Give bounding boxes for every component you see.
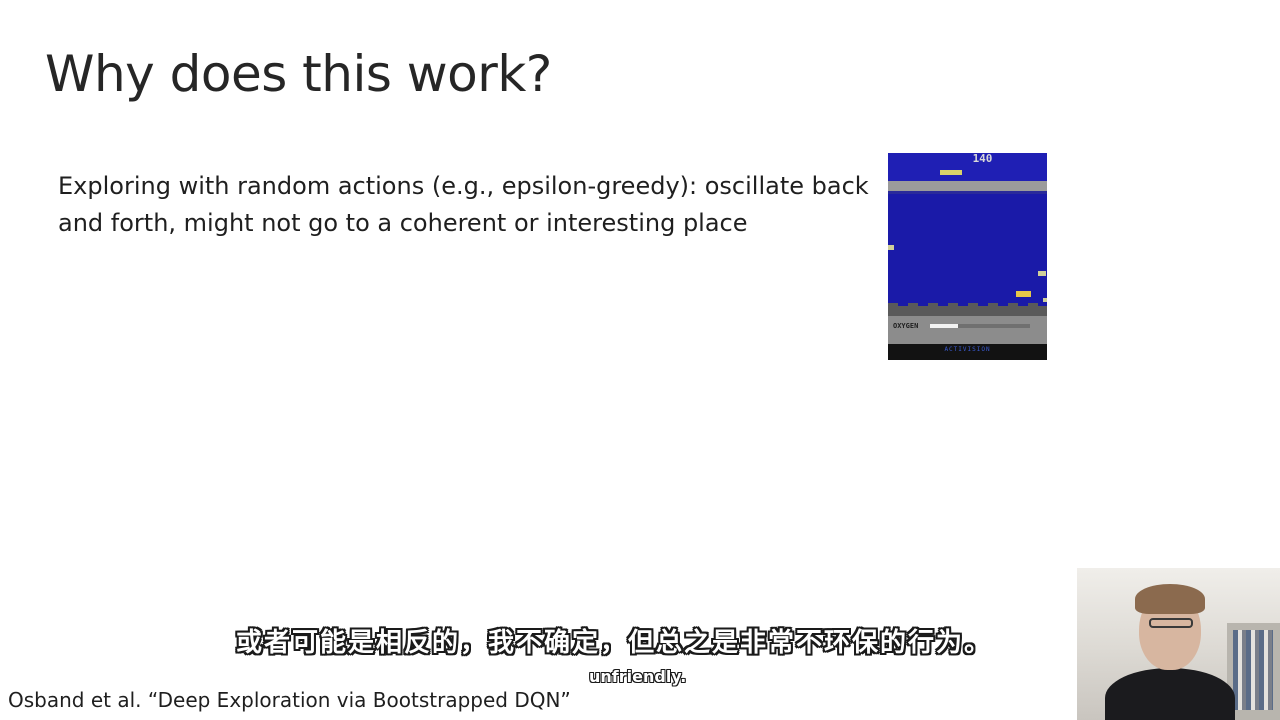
slide-title: Why does this work? [45, 45, 552, 103]
slide: Why does this work? Exploring with rando… [0, 0, 1280, 720]
slide-bullet-text: Exploring with random actions (e.g., eps… [58, 172, 869, 237]
surface-boat [940, 170, 962, 175]
subtitle-chinese: 或者可能是相反的，我不确定，但总之是非常不环保的行为。 [236, 628, 993, 658]
water-surface [888, 181, 1047, 191]
presenter-body [1105, 668, 1235, 720]
enemy-diver [1038, 271, 1046, 276]
webcam-overlay [1077, 568, 1280, 720]
citation: Osband et al. “Deep Exploration via Boot… [8, 688, 571, 712]
background-books [1233, 630, 1273, 710]
subtitle-english: unfriendly. [589, 667, 687, 686]
oxygen-label: OXYGEN [893, 322, 919, 330]
game-sky [888, 165, 1047, 181]
presenter-hair [1135, 584, 1205, 614]
enemy-shark [888, 245, 894, 250]
game-score: 140 [972, 153, 993, 165]
game-water [888, 194, 1047, 306]
seabed [888, 306, 1047, 316]
player-submarine [1016, 291, 1031, 297]
enemy-fish [1043, 298, 1047, 302]
atari-seaquest-screenshot: 140 OXYGEN ACTIVISION [888, 153, 1047, 360]
game-footer-text: ACTIVISION [944, 346, 991, 353]
oxygen-bar [930, 324, 958, 328]
presenter-glasses [1149, 618, 1193, 628]
